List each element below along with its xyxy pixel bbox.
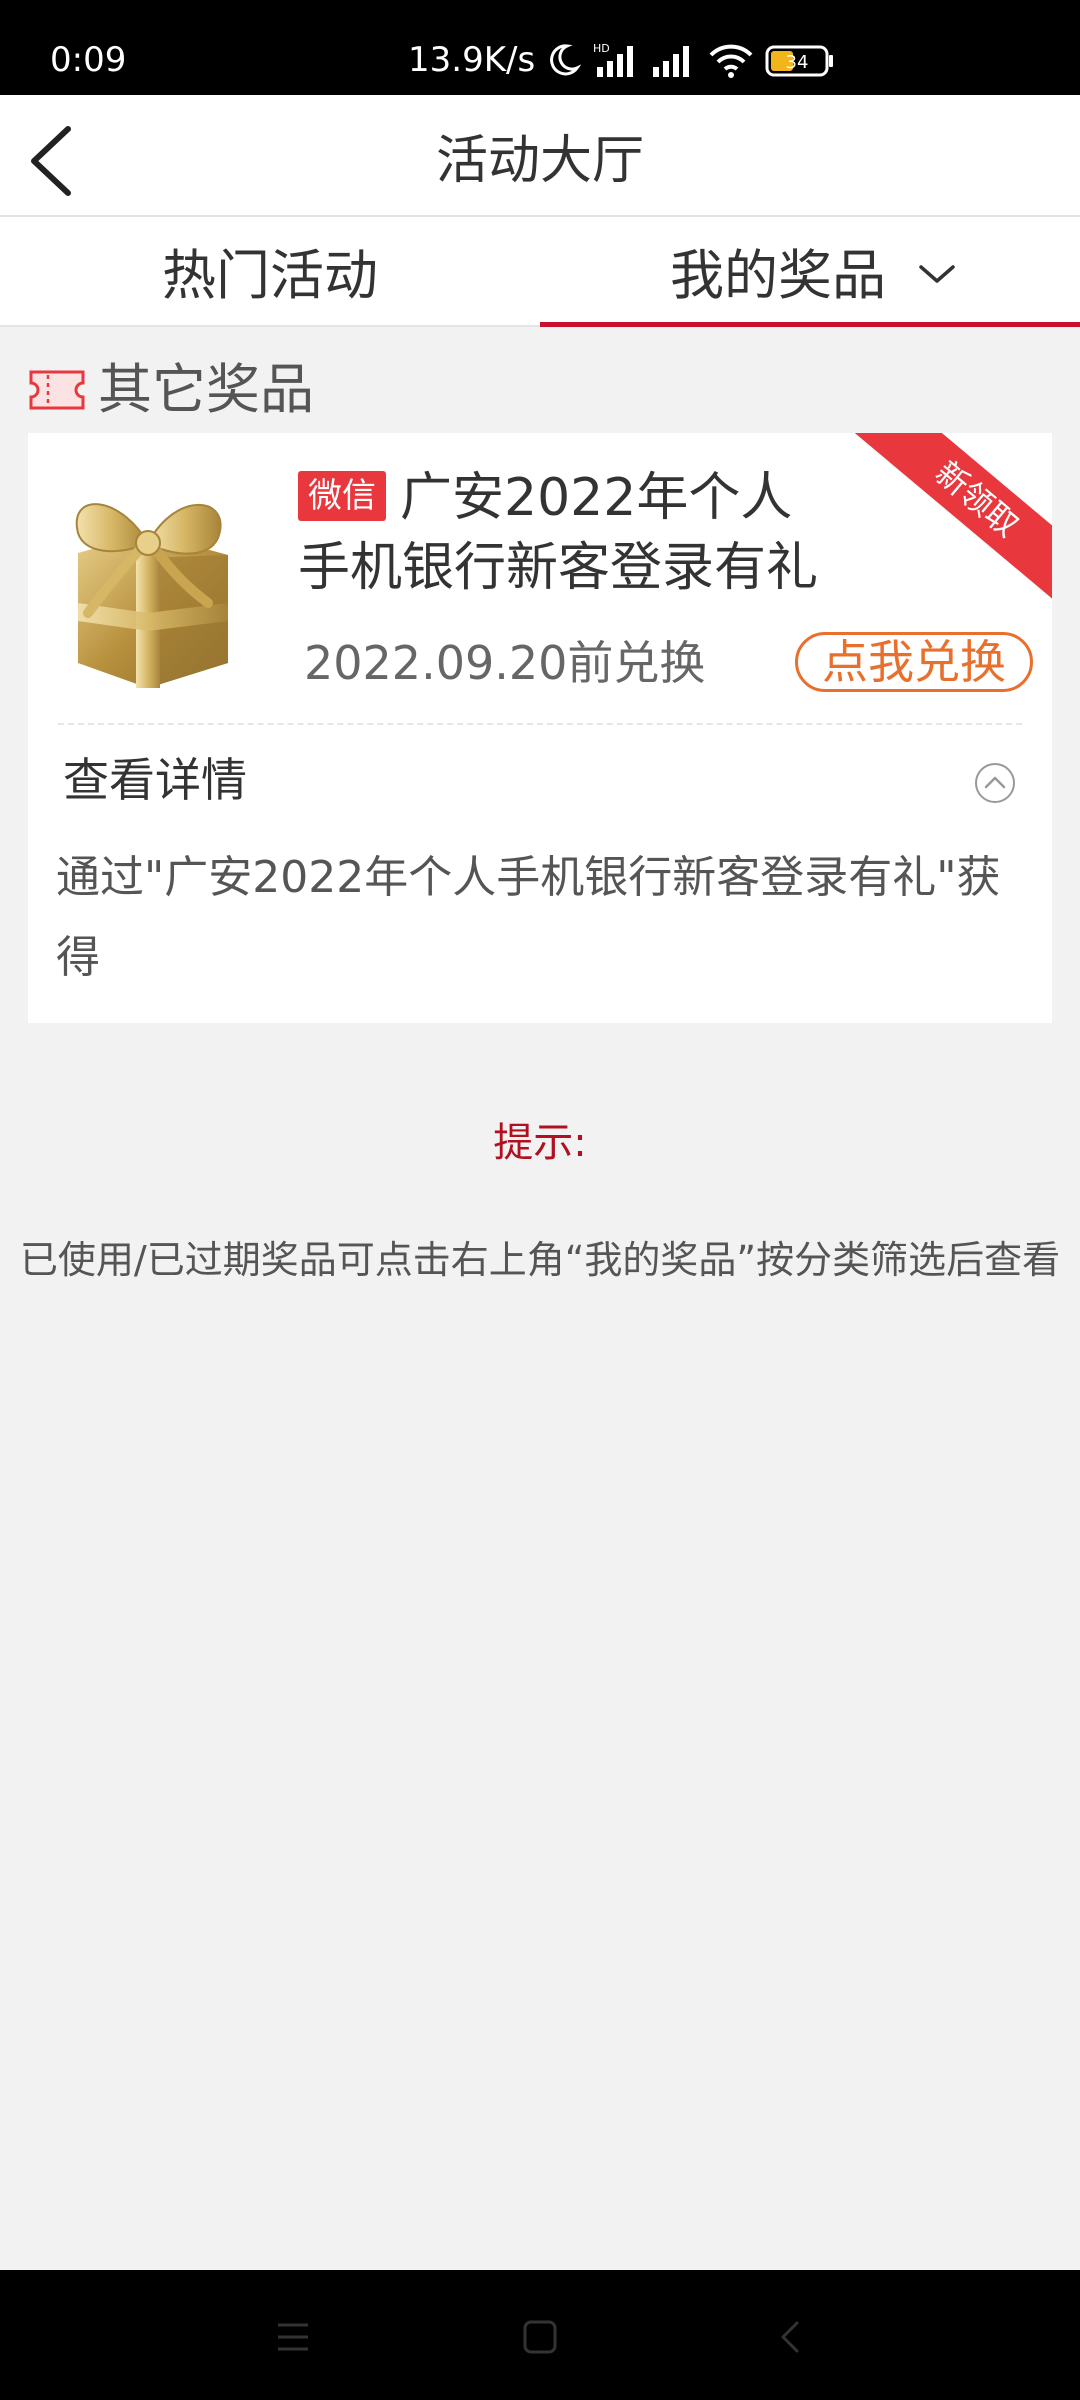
system-nav-bar [0, 2270, 1080, 2400]
prize-title: 微信 广安2022年个人 手机银行新客登录有礼 [298, 463, 938, 603]
home-icon[interactable] [515, 2315, 565, 2360]
prize-detail-text: 通过"广安2022年个人手机银行新客登录有礼"获得 [56, 852, 1001, 983]
hint-text: 已使用/已过期奖品可点击右上角“我的奖品”按分类筛选后查看 [19, 1238, 1061, 1282]
section-header: 其它奖品 [28, 355, 314, 425]
tab-label: 热门活动 [162, 244, 378, 307]
status-indicators: 13.9K/s HD 34 [408, 40, 835, 80]
svg-text:HD: HD [593, 42, 610, 55]
prize-title-line1: 广安2022年个人 [400, 468, 793, 528]
status-time: 0:09 [50, 40, 127, 80]
redeem-button[interactable]: 点我兑换 [795, 632, 1033, 692]
tabs-divider [0, 325, 540, 327]
gift-box-icon [75, 503, 228, 688]
card-divider [58, 723, 1022, 725]
section-title: 其它奖品 [98, 358, 314, 421]
net-speed: 13.9K/s [408, 40, 536, 80]
chevron-down-icon [919, 265, 955, 283]
tab-label: 我的奖品 [670, 244, 886, 307]
hd-signal-icon: HD [593, 42, 634, 77]
tab-my-prizes[interactable]: 我的奖品 [540, 217, 1080, 327]
battery-icon: 34 [765, 45, 834, 77]
prize-card[interactable]: 新领取 微信 广安2022年个人 手机银行新客登录有礼 2022.09.20前兑… [28, 433, 1052, 1023]
app-header: 活动大厅 [0, 95, 1080, 217]
ticket-icon [29, 370, 85, 410]
battery-level: 34 [786, 52, 809, 73]
signal-icon [653, 46, 690, 77]
prize-title-line2: 手机银行新客登录有礼 [298, 538, 819, 598]
tab-hot-activities[interactable]: 热门活动 [0, 217, 540, 327]
tab-bar: 热门活动 我的奖品 [0, 217, 1080, 327]
chevron-up-circle-icon[interactable] [973, 761, 1017, 805]
redeem-deadline: 2022.09.20前兑换 [304, 636, 706, 690]
wifi-icon [709, 44, 753, 78]
hint-title: 提示: [493, 1120, 587, 1166]
wechat-tag: 微信 [298, 471, 386, 521]
status-bar: 0:09 13.9K/s HD 34 [0, 0, 1080, 95]
menu-icon[interactable] [268, 2315, 318, 2360]
moon-icon [550, 44, 582, 76]
page-title: 活动大厅 [435, 131, 644, 191]
view-details-toggle[interactable]: 查看详情 [63, 750, 247, 810]
back-icon[interactable] [765, 2315, 815, 2360]
